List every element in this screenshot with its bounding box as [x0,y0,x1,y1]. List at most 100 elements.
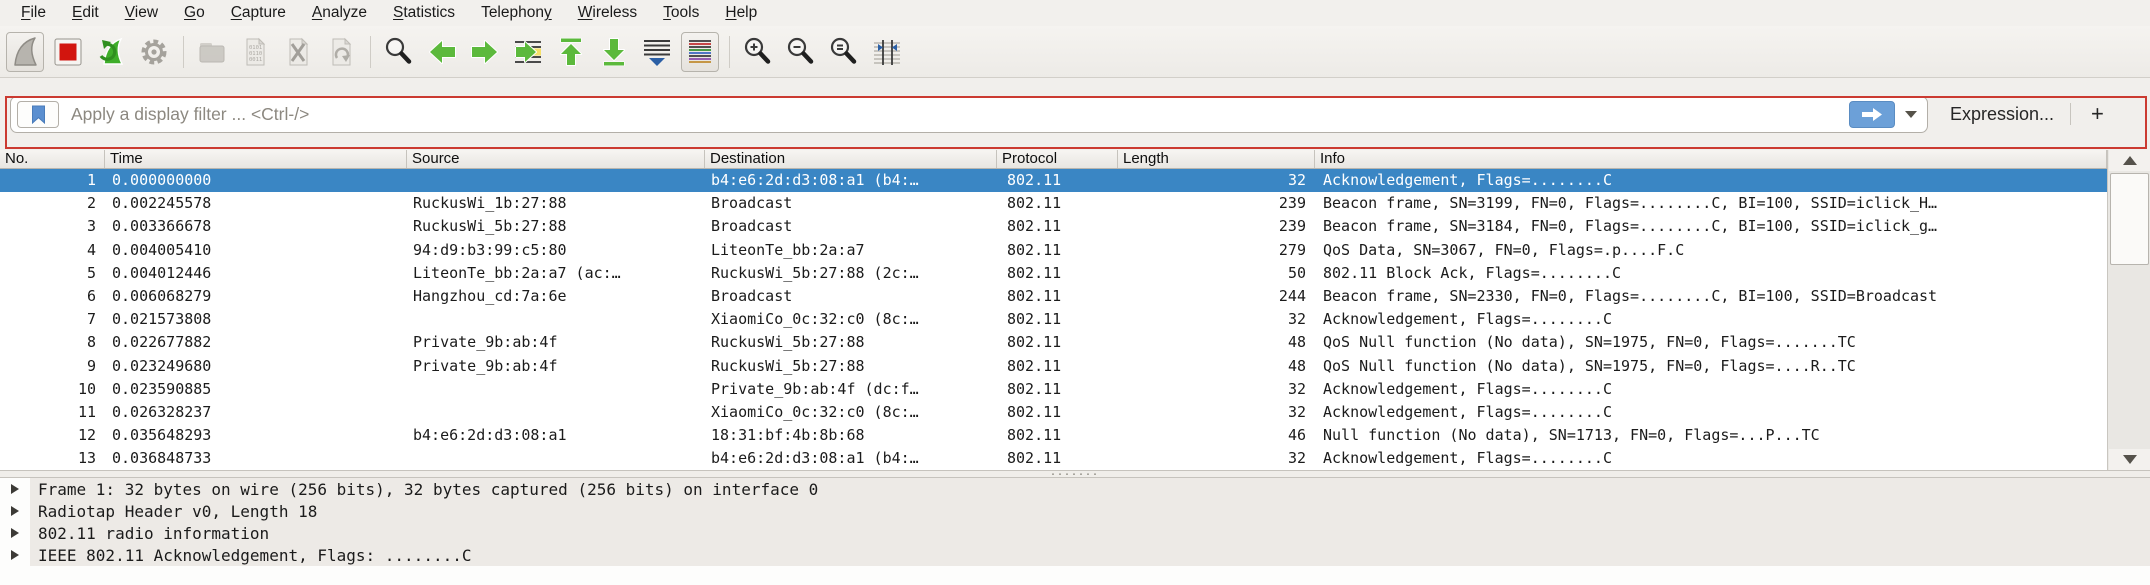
menu-analyze[interactable]: Analyze [299,1,380,25]
toolbar-capture-restart-button[interactable] [92,32,130,72]
packet-row-11[interactable]: 110.026328237XiaomiCo_0c:32:c0 (8c:…802.… [0,401,2107,424]
detail-row[interactable]: Frame 1: 32 bytes on wire (256 bits), 32… [0,478,2150,500]
cell-proto: 802.11 [997,424,1118,447]
menu-help[interactable]: Help [712,1,770,25]
cell-len: 32 [1118,308,1315,331]
expand-arrow-icon[interactable] [0,478,30,500]
toolbar-capture-stop-button[interactable] [49,32,87,72]
cell-proto: 802.11 [997,239,1118,262]
toolbar-zoom-out-button[interactable] [782,32,820,72]
cell-no: 7 [0,308,105,331]
cell-time: 0.035648293 [105,424,407,447]
detail-row-text: IEEE 802.11 Acknowledgement, Flags: ....… [30,544,2150,566]
menu-statistics[interactable]: Statistics [380,1,468,25]
packet-row-8[interactable]: 80.022677882Private_9b:ab:4fRuckusWi_5b:… [0,331,2107,354]
column-header-len[interactable]: Length [1118,150,1315,168]
column-header-info[interactable]: Info [1315,150,2107,168]
cell-proto: 802.11 [997,401,1118,424]
menu-capture[interactable]: Capture [218,1,299,25]
detail-row[interactable]: Radiotap Header v0, Length 18 [0,500,2150,522]
cell-no: 12 [0,424,105,447]
toolbar-file-close-button [279,32,317,72]
packet-row-2[interactable]: 20.002245578RuckusWi_1b:27:88Broadcast80… [0,192,2107,215]
packet-row-1[interactable]: 10.000000000b4:e6:2d:d3:08:a1 (b4:…802.1… [0,169,2107,192]
toolbar-find-packet-button[interactable] [380,32,418,72]
menu-view[interactable]: View [112,1,171,25]
vertical-scrollbar[interactable] [2107,150,2150,470]
packet-row-6[interactable]: 60.006068279Hangzhou_cd:7a:6eBroadcast80… [0,285,2107,308]
packet-row-4[interactable]: 40.00400541094:d9:b3:99:c5:80LiteonTe_bb… [0,239,2107,262]
filterbar-separator [2070,103,2071,125]
cell-src [407,401,705,424]
filter-apply-button[interactable] [1849,101,1895,128]
packet-row-10[interactable]: 100.023590885Private_9b:ab:4f (dc:f…802.… [0,378,2107,401]
toolbar-go-to-packet-button[interactable] [509,32,547,72]
cell-no: 8 [0,331,105,354]
toolbar-go-first-button[interactable] [552,32,590,72]
toolbar-colorize-button[interactable] [681,32,719,72]
filter-add-button[interactable]: + [2081,99,2114,129]
cell-len: 239 [1118,192,1315,215]
filter-history-dropdown[interactable] [1905,111,1917,118]
scrollbar-thumb[interactable] [2110,173,2149,265]
cell-proto: 802.11 [997,169,1118,192]
cell-len: 32 [1118,401,1315,424]
cell-len: 239 [1118,215,1315,238]
toolbar-autoscroll-button[interactable] [638,32,676,72]
toolbar-zoom-in-button[interactable] [739,32,777,72]
toolbar-go-back-button[interactable] [423,32,461,72]
capture-start-icon [8,35,42,69]
filter-toolbar: Apply a display filter ... <Ctrl-/> Expr… [0,78,2150,150]
capture-restart-icon [94,35,128,69]
packet-row-12[interactable]: 120.035648293b4:e6:2d:d3:08:a118:31:bf:4… [0,424,2107,447]
column-header-dst[interactable]: Destination [705,150,997,168]
resize-columns-icon [870,35,904,69]
capture-options-icon [137,35,171,69]
expression-button[interactable]: Expression... [1944,100,2060,129]
expand-arrow-icon[interactable] [0,522,30,544]
go-forward-icon [468,35,502,69]
file-close-icon [281,35,315,69]
menu-telephony[interactable]: Telephony [468,1,565,25]
toolbar-capture-options-button[interactable] [135,32,173,72]
cell-src: LiteonTe_bb:2a:a7 (ac:… [407,262,705,285]
toolbar-go-forward-button[interactable] [466,32,504,72]
column-header-proto[interactable]: Protocol [997,150,1118,168]
toolbar-go-last-button[interactable] [595,32,633,72]
packet-row-3[interactable]: 30.003366678RuckusWi_5b:27:88Broadcast80… [0,215,2107,238]
cell-len: 50 [1118,262,1315,285]
toolbar-capture-start-button[interactable] [6,32,44,72]
pane-splitter[interactable] [0,470,2150,478]
filter-bookmark-button[interactable] [17,101,59,128]
menu-file[interactable]: File [8,1,59,25]
packet-row-7[interactable]: 70.021573808XiaomiCo_0c:32:c0 (8c:…802.1… [0,308,2107,331]
cell-dst: Private_9b:ab:4f (dc:f… [705,378,997,401]
cell-dst: XiaomiCo_0c:32:c0 (8c:… [705,308,997,331]
menu-go[interactable]: Go [171,1,218,25]
packet-row-9[interactable]: 90.023249680Private_9b:ab:4fRuckusWi_5b:… [0,355,2107,378]
column-header-src[interactable]: Source [407,150,705,168]
menu-wireless[interactable]: Wireless [565,1,650,25]
packet-list-area: No.TimeSourceDestinationProtocolLengthIn… [0,150,2150,470]
column-header-time[interactable]: Time [105,150,407,168]
cell-proto: 802.11 [997,262,1118,285]
menu-edit[interactable]: Edit [59,1,112,25]
cell-time: 0.036848733 [105,447,407,470]
menu-tools[interactable]: Tools [650,1,712,25]
packet-row-5[interactable]: 50.004012446LiteonTe_bb:2a:a7 (ac:…Rucku… [0,262,2107,285]
scroll-down-button[interactable] [2109,449,2150,470]
expand-arrow-icon[interactable] [0,500,30,522]
cell-no: 6 [0,285,105,308]
arrow-up-icon [2123,156,2137,165]
detail-row[interactable]: 802.11 radio information [0,522,2150,544]
column-header-no[interactable]: No. [0,150,105,168]
detail-row[interactable]: IEEE 802.11 Acknowledgement, Flags: ....… [0,544,2150,566]
detail-row-text: 802.11 radio information [30,522,2150,544]
cell-info: Acknowledgement, Flags=........C [1315,378,2107,401]
toolbar-zoom-original-button[interactable] [825,32,863,72]
scroll-up-button[interactable] [2109,150,2150,171]
cell-no: 10 [0,378,105,401]
expand-arrow-icon[interactable] [0,544,30,566]
display-filter-input[interactable]: Apply a display filter ... <Ctrl-/> [10,96,1928,133]
toolbar-resize-columns-button[interactable] [868,32,906,72]
